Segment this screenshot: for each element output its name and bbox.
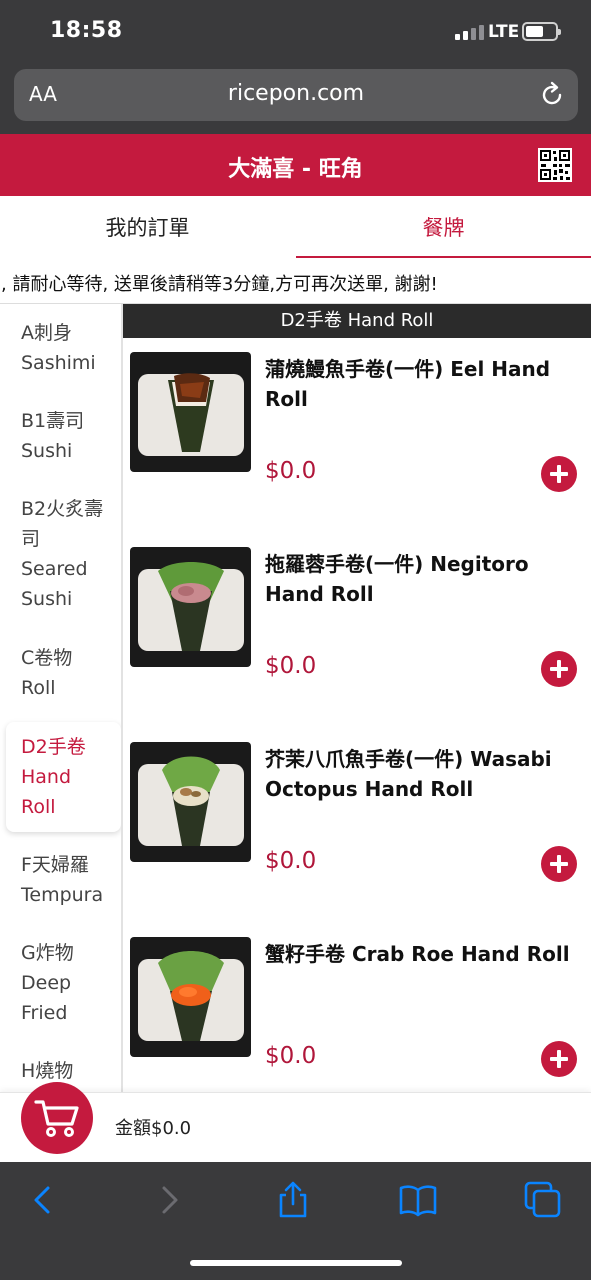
sidebar-item-label: Roll bbox=[21, 677, 56, 699]
sidebar-item-label: D2手卷 bbox=[21, 736, 86, 758]
shopping-cart-icon bbox=[34, 1100, 79, 1137]
signal-icon bbox=[455, 24, 484, 40]
notice-text: ], 請耐心等待, 送單後請稍等3分鐘,方可再次送單, 謝謝! bbox=[0, 274, 438, 295]
sidebar-item-label: Hand bbox=[21, 766, 72, 788]
status-bar: 18:58 LTE bbox=[0, 0, 591, 64]
item-price: $0.0 bbox=[265, 1043, 317, 1069]
status-time: 18:58 bbox=[50, 18, 123, 43]
add-to-cart-button[interactable] bbox=[541, 1041, 577, 1077]
address-bar[interactable]: AA ricepon.com bbox=[14, 69, 578, 121]
tab-my-orders[interactable]: 我的訂單 bbox=[0, 196, 295, 258]
item-price: $0.0 bbox=[265, 653, 317, 679]
menu-item: 拖羅蓉手卷(一件) Negitoro Hand Roll $0.0 bbox=[123, 533, 591, 728]
sidebar-item-hand-roll[interactable]: D2手卷 Hand Roll bbox=[6, 722, 121, 832]
item-name[interactable]: 蒲燒鰻魚手卷(一件) Eel Hand Roll bbox=[265, 354, 581, 414]
sidebar-item-seared-sushi[interactable]: B2火炙壽 司 Seared Sushi bbox=[0, 494, 121, 614]
sidebar-item-label: H燒物 bbox=[21, 1060, 74, 1082]
sidebar-item-sushi[interactable]: B1壽司 Sushi bbox=[0, 406, 121, 466]
sidebar-item-tempura[interactable]: F天婦羅 Tempura bbox=[0, 850, 121, 910]
item-photo[interactable] bbox=[130, 742, 251, 862]
chevron-left-icon[interactable] bbox=[24, 1180, 64, 1220]
sidebar-item-label: 司 bbox=[21, 528, 41, 550]
cart-button[interactable] bbox=[21, 1082, 93, 1154]
browser-chrome: 18:58 LTE AA ricepon.com bbox=[0, 0, 591, 134]
add-to-cart-button[interactable] bbox=[541, 651, 577, 687]
tabs-icon[interactable] bbox=[523, 1180, 563, 1220]
item-photo[interactable] bbox=[130, 937, 251, 1057]
item-price: $0.0 bbox=[265, 848, 317, 874]
item-name[interactable]: 蟹籽手卷 Crab Roe Hand Roll bbox=[265, 939, 581, 969]
sidebar-item-label: C卷物 bbox=[21, 647, 73, 669]
sidebar-item-label: Sushi bbox=[21, 588, 73, 610]
category-sidebar: A刺身 Sashimi B1壽司 Sushi B2火炙壽 司 Seared Su… bbox=[0, 304, 123, 1092]
category-title: D2手卷 Hand Roll bbox=[123, 304, 591, 338]
home-indicator bbox=[190, 1260, 402, 1266]
sidebar-item-roll[interactable]: C卷物 Roll bbox=[0, 643, 121, 703]
book-icon[interactable] bbox=[398, 1180, 438, 1220]
item-photo[interactable] bbox=[130, 352, 251, 472]
item-name[interactable]: 芥茉八爪魚手卷(一件) Wasabi Octopus Hand Roll bbox=[265, 744, 581, 804]
url-text[interactable]: ricepon.com bbox=[14, 81, 578, 106]
sidebar-item-label: Roll bbox=[21, 796, 56, 818]
network-label: LTE bbox=[488, 22, 520, 42]
sidebar-item-label: B1壽司 bbox=[21, 410, 85, 432]
tab-bar: 我的訂單 餐牌 bbox=[0, 196, 591, 258]
sidebar-item-label: Sushi bbox=[21, 440, 73, 462]
add-to-cart-button[interactable] bbox=[541, 846, 577, 882]
store-header: 大滿喜 - 旺角 bbox=[0, 134, 591, 196]
sidebar-item-label: Seared bbox=[21, 558, 88, 580]
item-name[interactable]: 拖羅蓉手卷(一件) Negitoro Hand Roll bbox=[265, 549, 581, 609]
sidebar-item-label: F天婦羅 bbox=[21, 854, 89, 876]
menu-item: 蒲燒鰻魚手卷(一件) Eel Hand Roll $0.0 bbox=[123, 338, 591, 533]
sidebar-item-deep-fried[interactable]: G炸物 Deep Fried bbox=[0, 938, 121, 1028]
cart-total: 金額$0.0 bbox=[115, 1118, 192, 1139]
qr-code-icon[interactable] bbox=[538, 148, 572, 182]
battery-icon bbox=[522, 22, 561, 41]
reload-icon[interactable] bbox=[538, 81, 566, 109]
sidebar-item-label: Sashimi bbox=[21, 352, 96, 374]
sidebar-item-label: Tempura bbox=[21, 884, 104, 906]
sidebar-item-label: Deep bbox=[21, 972, 72, 994]
item-photo[interactable] bbox=[130, 547, 251, 667]
item-price: $0.0 bbox=[265, 458, 317, 484]
share-icon[interactable] bbox=[273, 1180, 313, 1220]
menu-item: 蟹籽手卷 Crab Roe Hand Roll $0.0 bbox=[123, 923, 591, 1118]
sidebar-item-sashimi[interactable]: A刺身 Sashimi bbox=[0, 318, 121, 378]
sidebar-item-label: Fried bbox=[21, 1002, 68, 1024]
sidebar-item-label: G炸物 bbox=[21, 942, 74, 964]
menu-item: 芥茉八爪魚手卷(一件) Wasabi Octopus Hand Roll $0.… bbox=[123, 728, 591, 923]
battery-level bbox=[526, 26, 543, 37]
store-title: 大滿喜 - 旺角 bbox=[228, 157, 363, 182]
tab-menu[interactable]: 餐牌 bbox=[296, 196, 591, 258]
sidebar-item-label: A刺身 bbox=[21, 322, 72, 344]
sidebar-item-label: B2火炙壽 bbox=[21, 498, 104, 520]
chevron-right-icon[interactable] bbox=[148, 1180, 188, 1220]
add-to-cart-button[interactable] bbox=[541, 456, 577, 492]
notice-banner: ], 請耐心等待, 送單後請稍等3分鐘,方可再次送單, 謝謝! bbox=[0, 258, 591, 304]
